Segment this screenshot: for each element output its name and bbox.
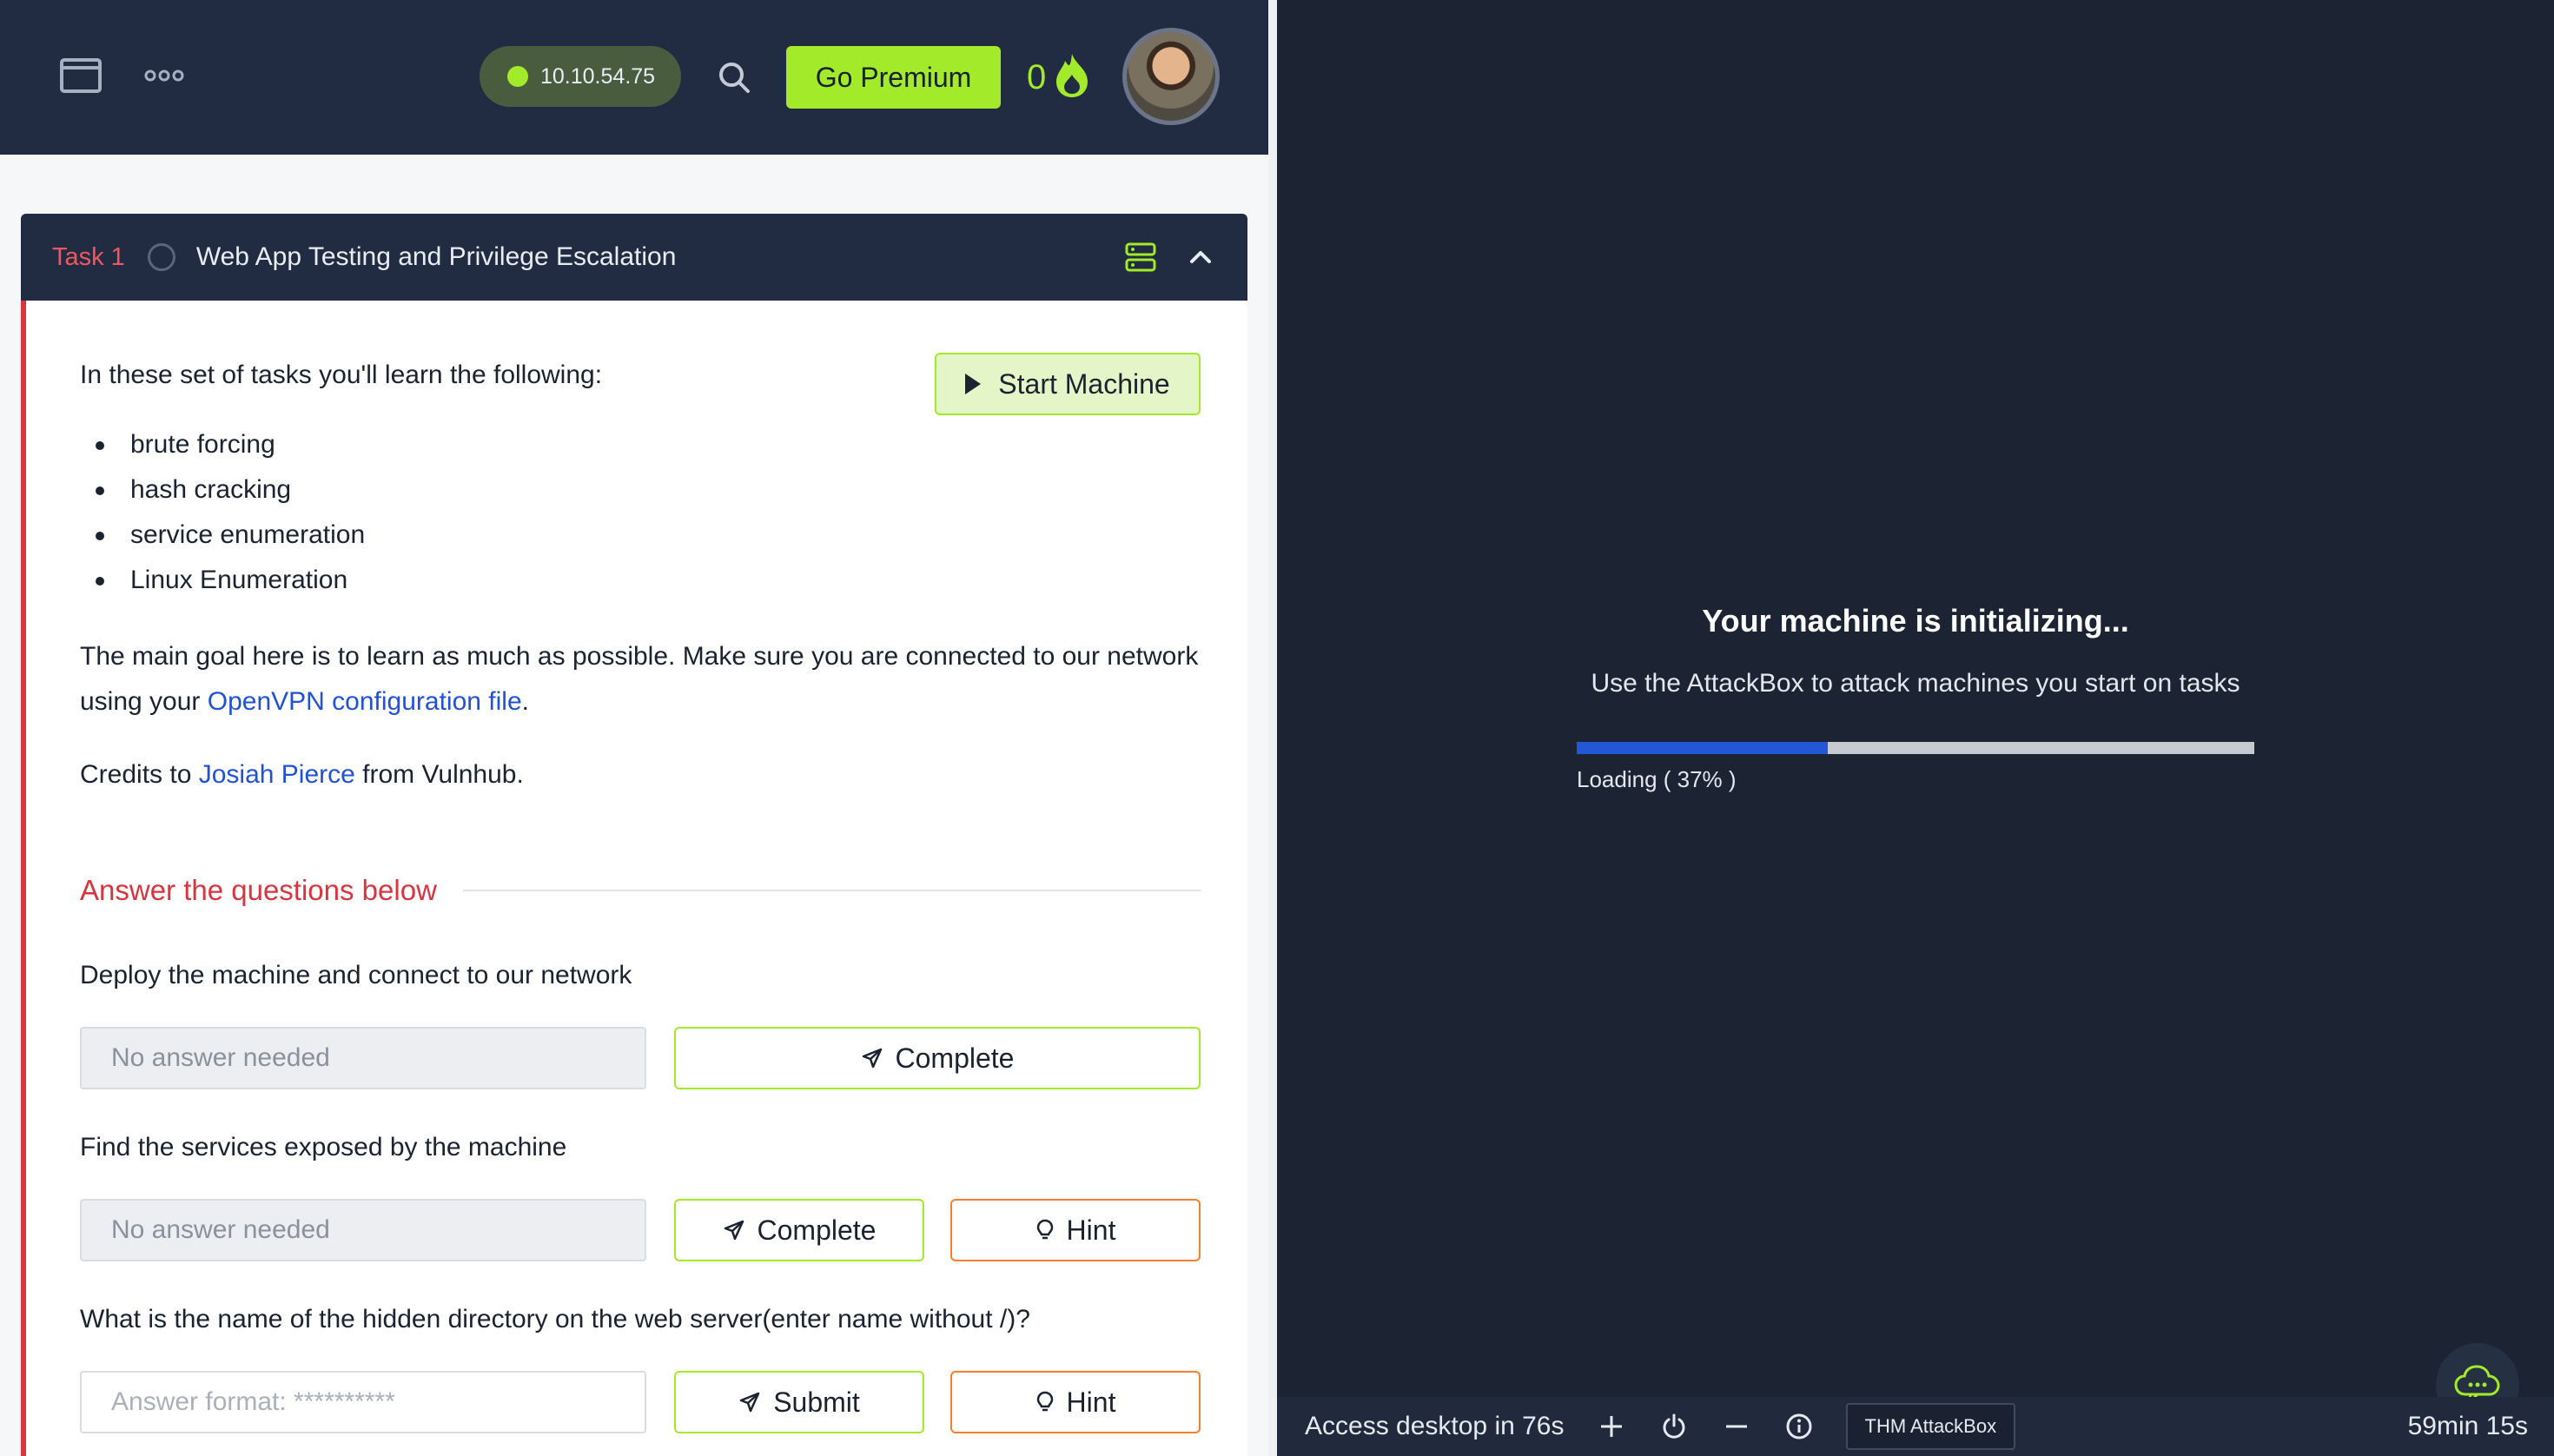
send-icon: [861, 1047, 883, 1069]
task-status-circle-icon: [147, 243, 175, 271]
credits-text: Credits to Josiah Pierce from Vulnhub.: [80, 752, 524, 797]
task-header[interactable]: Task 1 Web App Testing and Privilege Esc…: [21, 214, 1247, 301]
loading-progress-fill: [1577, 742, 1828, 754]
start-machine-label: Start Machine: [998, 367, 1170, 400]
list-item: hash cracking: [96, 467, 365, 513]
loading-progress-bar: [1577, 742, 2254, 754]
task-pane: 10.10.54.75 Go Premium 0 Task 1 Web App …: [0, 0, 1268, 1456]
attackbox-tab[interactable]: THM AttackBox: [1845, 1403, 2016, 1450]
answer-input[interactable]: Answer format: **********: [80, 1371, 646, 1433]
play-icon: [965, 374, 982, 394]
question-text: Find the services exposed by the machine: [80, 1133, 567, 1161]
goal-text-line2: using your OpenVPN configuration file.: [80, 679, 529, 725]
hint-label: Hint: [1066, 1386, 1116, 1418]
submit-button[interactable]: Submit: [674, 1371, 924, 1433]
lightbulb-icon: [1035, 1390, 1055, 1414]
send-icon: [738, 1391, 761, 1413]
answer-heading-text: Answer the questions below: [80, 874, 437, 906]
goal-suffix: .: [521, 687, 529, 716]
complete-label: Complete: [895, 1042, 1015, 1074]
task-number: Task 1: [52, 242, 125, 271]
complete-button[interactable]: Complete: [674, 1027, 1201, 1089]
machine-status-title: Your machine is initializing...: [1702, 603, 2129, 639]
machine-status-subtitle: Use the AttackBox to attack machines you…: [1591, 669, 2240, 698]
streak-counter[interactable]: 0: [1027, 49, 1091, 106]
go-premium-button[interactable]: Go Premium: [786, 46, 1001, 109]
chevron-up-icon[interactable]: [1185, 242, 1216, 273]
heading-divider: [462, 890, 1201, 891]
answer-input: No answer needed: [80, 1199, 646, 1261]
credits-suffix: from Vulnhub.: [354, 760, 524, 789]
credits-prefix: Credits to: [80, 760, 199, 789]
goal-prefix: using your: [80, 687, 208, 716]
task-intro: In these set of tasks you'll learn the f…: [80, 361, 603, 389]
question-text: Deploy the machine and connect to our ne…: [80, 961, 632, 989]
session-timer: 59min 15s: [2407, 1412, 2528, 1440]
list-item: service enumeration: [96, 513, 365, 558]
task-title: Web App Testing and Privilege Escalation: [195, 242, 677, 271]
status-dot-icon: [507, 66, 528, 87]
send-icon: [723, 1219, 745, 1241]
lightbulb-icon: [1035, 1218, 1055, 1242]
streak-count: 0: [1027, 57, 1047, 96]
list-item: Linux Enumeration: [96, 558, 365, 603]
loading-text: Loading ( 37% ): [1577, 766, 1737, 792]
minus-icon[interactable]: [1721, 1411, 1752, 1442]
task-content: In these set of tasks you'll learn the f…: [21, 301, 1247, 1456]
machine-ip-badge[interactable]: 10.10.54.75: [480, 46, 681, 107]
info-icon[interactable]: [1783, 1411, 1815, 1442]
list-item: brute forcing: [96, 422, 365, 467]
window-icon[interactable]: [59, 57, 103, 94]
hint-label: Hint: [1066, 1214, 1116, 1246]
ip-address-text: 10.10.54.75: [540, 63, 656, 89]
more-icon[interactable]: [144, 61, 184, 90]
answer-input: No answer needed: [80, 1027, 646, 1089]
user-avatar[interactable]: [1122, 28, 1220, 125]
plus-icon[interactable]: [1596, 1411, 1627, 1442]
goal-text-line1: The main goal here is to learn as much a…: [80, 642, 1199, 671]
search-icon[interactable]: [714, 57, 754, 97]
start-machine-button[interactable]: Start Machine: [935, 353, 1201, 415]
submit-label: Submit: [773, 1386, 860, 1418]
pane-divider[interactable]: [1268, 0, 1277, 1456]
attackbox-toolbar: Access desktop in 76s THM AttackBox 59mi…: [1277, 1397, 2554, 1456]
answer-section-heading: Answer the questions below: [80, 874, 1201, 907]
hint-button[interactable]: Hint: [950, 1371, 1201, 1433]
author-link[interactable]: Josiah Pierce: [199, 760, 355, 789]
attackbox-pane: Your machine is initializing... Use the …: [1277, 0, 2554, 1456]
top-navigation-bar: 10.10.54.75 Go Premium 0: [0, 0, 1268, 155]
complete-button[interactable]: Complete: [674, 1199, 924, 1261]
flame-icon: [1053, 52, 1091, 103]
hint-button[interactable]: Hint: [950, 1199, 1201, 1261]
openvpn-config-link[interactable]: OpenVPN configuration file: [208, 687, 522, 716]
learning-topics-list: brute forcing hash cracking service enum…: [96, 422, 365, 603]
access-desktop-text: Access desktop in 76s: [1305, 1412, 1565, 1440]
complete-label: Complete: [757, 1214, 877, 1246]
power-icon[interactable]: [1658, 1411, 1690, 1442]
question-text: What is the name of the hidden directory…: [80, 1305, 1030, 1334]
server-icon[interactable]: [1124, 242, 1157, 273]
